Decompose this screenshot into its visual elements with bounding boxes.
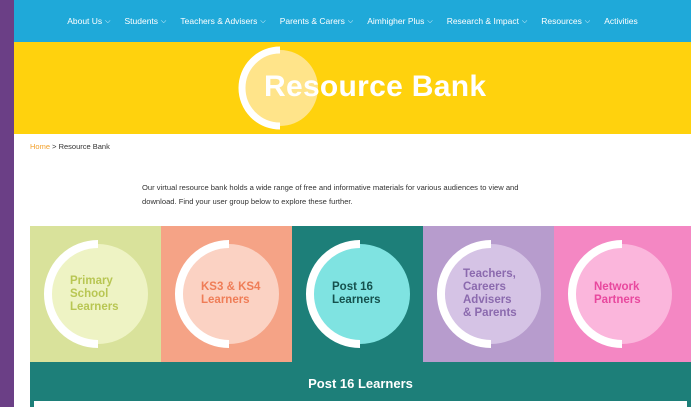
chevron-down-icon: ⌵ [521, 17, 528, 25]
nav-item-aimhigher-plus[interactable]: Aimhigher Plus ⌵ [367, 16, 432, 26]
nav-item-parents-carers[interactable]: Parents & Carers ⌵ [280, 16, 354, 26]
hero-banner: Resource Bank [14, 42, 691, 134]
breadcrumb-current: Resource Bank [58, 142, 110, 151]
nav-label: Research & Impact [446, 16, 519, 26]
nav-label: About Us [67, 16, 103, 26]
nav-item-research-impact[interactable]: Research & Impact ⌵ [447, 16, 528, 26]
panel-content [34, 401, 687, 407]
breadcrumb-home-link[interactable]: Home [30, 142, 50, 151]
audience-tiles: Primary School Learners KS3 & KS4 Learners … [30, 226, 691, 362]
tile-label-line: Learners [70, 300, 119, 313]
nav-item-teachers-advisers[interactable]: Teachers & Advisers ⌵ [180, 16, 265, 26]
nav-label: Aimhigher Plus [367, 16, 425, 26]
chevron-down-icon: ⌵ [427, 17, 433, 25]
tile-label-line: School [70, 287, 109, 300]
tile-primary-school-learners[interactable]: Primary School Learners [30, 226, 161, 362]
tile-label-line: Teachers, [463, 268, 516, 280]
breadcrumb: Home > Resource Bank [30, 142, 110, 151]
selected-audience-panel: Post 16 Learners [30, 362, 691, 407]
intro-text: Our virtual resource bank holds a wide r… [142, 181, 572, 209]
breadcrumb-separator: > [50, 142, 59, 151]
tile-teachers-careers-advisers-parents[interactable]: Teachers, Careers Advisers & Parents [423, 226, 554, 362]
page: About Us ⌵ Students ⌵ Teachers & Advisers ⌵… [14, 0, 691, 407]
tile-label-line: Primary [70, 274, 113, 287]
tile-network-partners[interactable]: Network Partners [554, 226, 691, 362]
chevron-down-icon: ⌵ [347, 17, 354, 25]
tile-label: Teachers, Careers Advisers & Parents [463, 226, 551, 362]
tile-label-line: Advisers [463, 294, 512, 306]
tile-label: Post 16 Learners [332, 226, 420, 362]
nav-label: Students [124, 16, 159, 26]
tile-ks3-ks4-learners[interactable]: KS3 & KS4 Learners [161, 226, 292, 362]
nav-item-about-us[interactable]: About Us ⌵ [67, 16, 110, 26]
nav-item-resources[interactable]: Resources ⌵ [541, 16, 590, 26]
nav-item-students[interactable]: Students ⌵ [124, 16, 166, 26]
nav-label: Teachers & Advisers [180, 16, 258, 26]
tile-label-line: Learners [201, 294, 250, 306]
tile-label-line: KS3 & KS4 [201, 281, 261, 293]
tile-label-line: Partners [594, 294, 641, 306]
tile-label: Network Partners [594, 226, 682, 362]
nav-label: Resources [541, 16, 582, 26]
chevron-down-icon: ⌵ [584, 17, 591, 25]
chevron-down-icon: ⌵ [161, 17, 167, 25]
panel-title: Post 16 Learners [308, 376, 413, 391]
tile-label: KS3 & KS4 Learners [201, 226, 289, 362]
tile-label-line: Post 16 [332, 281, 373, 293]
page-title: Resource Bank [264, 70, 487, 103]
tile-label-line: Network [594, 281, 640, 293]
nav-label: Parents & Carers [279, 16, 345, 26]
tile-post-16-learners[interactable]: Post 16 Learners [292, 226, 423, 362]
nav-item-activities[interactable]: Activities [604, 16, 638, 26]
chevron-down-icon: ⌵ [260, 17, 266, 25]
intro-line: Our virtual resource bank holds a wide r… [142, 183, 519, 192]
nav-label: Activities [604, 16, 638, 26]
tile-label-line: Careers [463, 281, 506, 293]
tile-label-line: Learners [332, 294, 381, 306]
tile-label: Primary School Learners [70, 226, 158, 362]
main-nav: About Us ⌵ Students ⌵ Teachers & Advisers ⌵… [14, 0, 691, 42]
chevron-down-icon: ⌵ [105, 17, 111, 25]
intro-line: download. Find your user group below to … [142, 197, 353, 206]
tile-label-line: & Parents [463, 307, 517, 319]
